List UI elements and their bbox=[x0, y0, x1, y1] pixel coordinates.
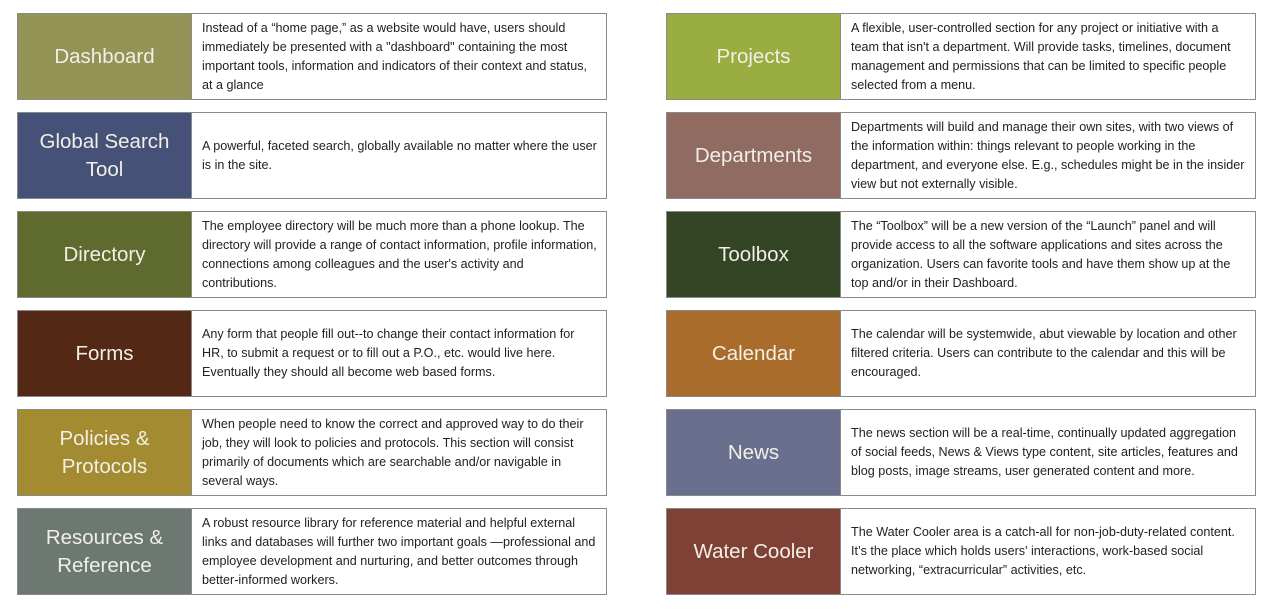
section-description: The calendar will be systemwide, abut vi… bbox=[851, 327, 1237, 379]
section-description: A flexible, user-controlled section for … bbox=[851, 20, 1231, 92]
section-title: Global Search Tool bbox=[18, 113, 192, 198]
section-description: Any form that people fill out--to change… bbox=[202, 327, 575, 379]
section-card-departments: Departments Departments will build and m… bbox=[666, 112, 1256, 199]
section-title: Directory bbox=[18, 212, 192, 297]
section-description: The news section will be a real-time, co… bbox=[851, 426, 1238, 478]
section-card-directory: Directory The employee directory will be… bbox=[17, 211, 607, 298]
section-description: The employee directory will be much more… bbox=[202, 218, 597, 290]
section-description: The Water Cooler area is a catch-all for… bbox=[851, 525, 1235, 577]
section-card-global-search-tool: Global Search Tool A powerful, faceted s… bbox=[17, 112, 607, 199]
section-title: Water Cooler bbox=[667, 509, 841, 594]
section-description: The “Toolbox” will be a new version of t… bbox=[851, 218, 1231, 290]
section-card-dashboard: Dashboard Instead of a “home page,” as a… bbox=[17, 13, 607, 100]
section-card-water-cooler: Water Cooler The Water Cooler area is a … bbox=[666, 508, 1256, 595]
section-title: Projects bbox=[667, 14, 841, 99]
section-description: Instead of a “home page,” as a website w… bbox=[202, 20, 588, 92]
section-description: A robust resource library for reference … bbox=[202, 515, 596, 587]
section-title: Calendar bbox=[667, 311, 841, 396]
section-card-calendar: Calendar The calendar will be systemwide… bbox=[666, 310, 1256, 397]
section-title: Departments bbox=[667, 113, 841, 198]
section-title: Dashboard bbox=[18, 14, 192, 99]
section-description: Departments will build and manage their … bbox=[851, 119, 1245, 191]
section-card-projects: Projects A flexible, user-controlled sec… bbox=[666, 13, 1256, 100]
section-card-forms: Forms Any form that people fill out--to … bbox=[17, 310, 607, 397]
section-card-news: News The news section will be a real-tim… bbox=[666, 409, 1256, 496]
section-description: A powerful, faceted search, globally ava… bbox=[202, 138, 597, 172]
section-title: News bbox=[667, 410, 841, 495]
left-column: Dashboard Instead of a “home page,” as a… bbox=[17, 13, 607, 607]
section-card-toolbox: Toolbox The “Toolbox” will be a new vers… bbox=[666, 211, 1256, 298]
section-card-policies-protocols: Policies & Protocols When people need to… bbox=[17, 409, 607, 496]
section-title: Policies & Protocols bbox=[18, 410, 192, 495]
section-title: Forms bbox=[18, 311, 192, 396]
right-column: Projects A flexible, user-controlled sec… bbox=[666, 13, 1256, 607]
section-title: Resources & Reference bbox=[18, 509, 192, 594]
section-description: When people need to know the correct and… bbox=[202, 416, 584, 488]
section-title: Toolbox bbox=[667, 212, 841, 297]
section-card-resources-reference: Resources & Reference A robust resource … bbox=[17, 508, 607, 595]
